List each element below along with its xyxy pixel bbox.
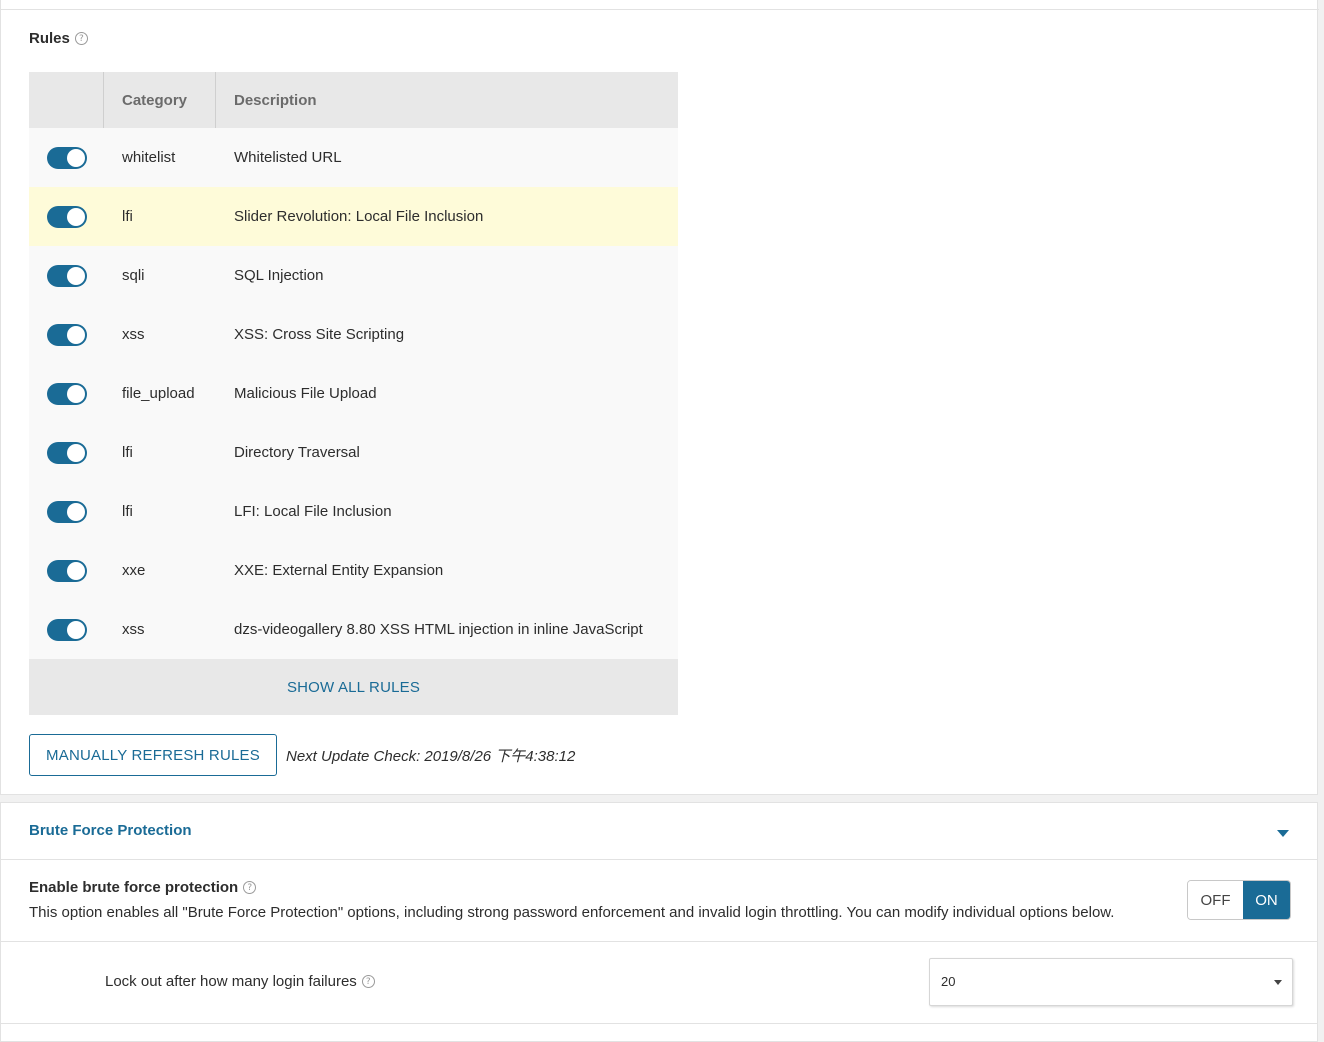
rule-enable-toggle[interactable]	[47, 559, 87, 582]
rule-enable-toggle[interactable]	[47, 382, 87, 405]
table-header: Category Description	[29, 72, 678, 128]
rule-toggle-cell	[29, 146, 104, 169]
table-row: xxe XXE: External Entity Expansion	[29, 541, 678, 600]
table-row: whitelist Whitelisted URL	[29, 128, 678, 187]
rule-description: Malicious File Upload	[234, 385, 377, 402]
header-toggle-col	[29, 72, 104, 128]
rule-description: LFI: Local File Inclusion	[234, 503, 392, 520]
rules-title: Rules	[29, 30, 70, 47]
rule-toggle-cell	[29, 500, 104, 523]
rule-description: XSS: Cross Site Scripting	[234, 326, 405, 343]
rule-enable-toggle[interactable]	[47, 205, 87, 228]
rule-enable-toggle[interactable]	[47, 500, 87, 523]
toggle-knob	[67, 266, 85, 285]
toggle-knob	[67, 207, 85, 226]
enable-brute-force-heading: Enable brute force protection ?	[29, 879, 257, 896]
show-all-rules-link[interactable]: SHOW ALL RULES	[29, 659, 678, 715]
rule-enable-toggle[interactable]	[47, 264, 87, 287]
rule-category: lfi	[122, 503, 133, 520]
rules-panel: Rules ? Category Description whitelist Wh…	[0, 0, 1319, 795]
toggle-off-button[interactable]: OFF	[1188, 881, 1243, 919]
brute-force-header[interactable]: Brute Force Protection	[1, 803, 1317, 860]
next-update-check: Next Update Check: 2019/8/26 下午4:38:12	[286, 748, 576, 765]
rule-toggle-cell	[29, 559, 104, 582]
rule-category: lfi	[122, 208, 133, 225]
rule-category: lfi	[122, 444, 133, 461]
toggle-knob	[67, 148, 85, 167]
table-row: lfi Slider Revolution: Local File Inclusi…	[29, 187, 678, 246]
header-description[interactable]: Description	[216, 72, 678, 128]
toggle-knob	[67, 384, 85, 403]
lockout-label: Lock out after how many login failures	[105, 973, 357, 990]
enable-brute-force-label: Enable brute force protection	[29, 879, 239, 896]
table-row: xss dzs-videogallery 8.80 XSS HTML inject…	[29, 600, 678, 659]
manually-refresh-rules-button[interactable]: MANUALLY REFRESH RULES	[29, 734, 277, 776]
rule-toggle-cell	[29, 618, 104, 641]
rule-description: Directory Traversal	[234, 444, 360, 461]
table-row: lfi Directory Traversal	[29, 423, 678, 482]
toggle-knob	[67, 561, 85, 580]
rule-description: Slider Revolution: Local File Inclusion	[234, 208, 484, 225]
table-row: lfi LFI: Local File Inclusion	[29, 482, 678, 541]
rule-enable-toggle[interactable]	[47, 146, 87, 169]
toggle-knob	[67, 620, 85, 639]
lockout-label-wrap: Lock out after how many login failures ?	[105, 973, 375, 990]
toggle-knob	[67, 325, 85, 344]
rule-category: file_upload	[122, 385, 195, 402]
rule-toggle-cell	[29, 441, 104, 464]
header-category[interactable]: Category	[104, 72, 216, 128]
rule-toggle-cell	[29, 323, 104, 346]
lockout-select[interactable]: 20	[929, 958, 1293, 1006]
rule-toggle-cell	[29, 264, 104, 287]
rule-toggle-cell	[29, 205, 104, 228]
rule-toggle-cell	[29, 382, 104, 405]
table-row: sqli SQL Injection	[29, 246, 678, 305]
lockout-select-value: 20	[941, 974, 956, 989]
rule-description: dzs-videogallery 8.80 XSS HTML injection…	[234, 621, 643, 638]
rule-category: xss	[122, 621, 145, 638]
rules-table: Category Description whitelist Whiteliste…	[29, 72, 678, 715]
toggle-on-button[interactable]: ON	[1243, 881, 1290, 919]
rule-description: XXE: External Entity Expansion	[234, 562, 444, 579]
rule-description: Whitelisted URL	[234, 149, 342, 166]
chevron-down-icon[interactable]	[1277, 830, 1289, 837]
help-icon[interactable]: ?	[361, 975, 375, 988]
help-icon[interactable]: ?	[243, 881, 257, 894]
toggle-knob	[67, 502, 85, 521]
lockout-row: Lock out after how many login failures ?…	[1, 942, 1317, 1024]
rule-category: xss	[122, 326, 145, 343]
rule-category: xxe	[122, 562, 146, 579]
table-row: file_upload Malicious File Upload	[29, 364, 678, 423]
rule-category: whitelist	[122, 149, 176, 166]
toggle-knob	[67, 443, 85, 462]
rule-category: sqli	[122, 267, 145, 284]
table-row: xss XSS: Cross Site Scripting	[29, 305, 678, 364]
rule-enable-toggle[interactable]	[47, 618, 87, 641]
rule-enable-toggle[interactable]	[47, 441, 87, 464]
brute-force-toggle[interactable]: OFF ON	[1187, 880, 1291, 920]
rule-description: SQL Injection	[234, 267, 324, 284]
help-icon[interactable]: ?	[74, 32, 88, 45]
divider	[1, 9, 1319, 10]
rules-heading: Rules ?	[29, 30, 88, 47]
brute-force-title[interactable]: Brute Force Protection	[29, 822, 192, 839]
rule-enable-toggle[interactable]	[47, 323, 87, 346]
brute-force-panel: Brute Force Protection Enable brute forc…	[0, 802, 1318, 1042]
enable-brute-force-description: This option enables all "Brute Force Pro…	[29, 904, 1115, 921]
enable-brute-force-row: Enable brute force protection ? This opt…	[1, 860, 1317, 942]
dropdown-arrow-icon	[1274, 980, 1282, 985]
